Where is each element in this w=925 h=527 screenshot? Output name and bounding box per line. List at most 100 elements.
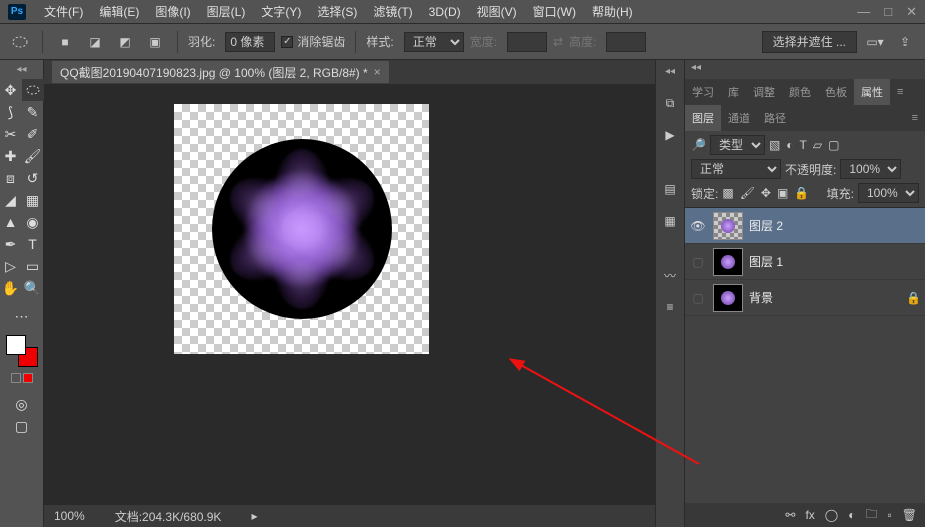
eyedropper-tool[interactable]: ✐ xyxy=(22,123,44,145)
select-and-mask-button[interactable]: 选择并遮住 ... xyxy=(762,31,857,53)
menu-filter[interactable]: 滤镜(T) xyxy=(365,3,420,20)
brush-settings-panel-icon[interactable]: ≡ xyxy=(660,297,680,317)
type-tool[interactable]: T xyxy=(22,233,44,255)
panels-collapse-icon[interactable]: ◂◂ xyxy=(685,60,707,75)
quick-select-tool[interactable]: ✎ xyxy=(22,101,44,123)
foreground-color[interactable] xyxy=(6,335,26,355)
marquee-tool[interactable] xyxy=(22,79,44,101)
tab-learn[interactable]: 学习 xyxy=(685,79,721,105)
menu-help[interactable]: 帮助(H) xyxy=(584,3,641,20)
lock-pixels-icon[interactable]: 🖌 xyxy=(740,186,755,200)
filter-shape-icon[interactable]: ▱ xyxy=(813,138,822,152)
style-select[interactable]: 正常 xyxy=(404,32,464,52)
screen-mode-icon[interactable] xyxy=(23,373,33,383)
fill-input[interactable]: 100% xyxy=(858,183,919,203)
panel-menu-icon[interactable]: ≡ xyxy=(890,79,910,105)
layers-panel-menu-icon[interactable]: ≡ xyxy=(905,105,925,131)
filter-pixel-icon[interactable]: ▧ xyxy=(769,138,780,152)
layer-name[interactable]: 图层 1 xyxy=(749,253,921,270)
opacity-input[interactable]: 100% xyxy=(840,159,901,179)
antialias-checkbox[interactable]: 消除锯齿 xyxy=(281,33,345,50)
doc-info[interactable]: 文档:204.3K/680.9K xyxy=(115,508,222,525)
selection-intersect-icon[interactable]: ▣ xyxy=(143,30,167,54)
crop-tool[interactable]: ✂ xyxy=(0,123,22,145)
selection-new-icon[interactable]: ■ xyxy=(53,30,77,54)
selection-subtract-icon[interactable]: ◩ xyxy=(113,30,137,54)
eraser-tool[interactable]: ◢ xyxy=(0,189,22,211)
menu-type[interactable]: 文字(Y) xyxy=(253,3,309,20)
zoom-tool[interactable]: 🔍 xyxy=(22,277,44,299)
new-group-icon[interactable]: 🗀 xyxy=(865,505,877,526)
filter-adjust-icon[interactable]: ◐ xyxy=(786,138,793,152)
layer-name[interactable]: 图层 2 xyxy=(749,217,921,234)
tab-color[interactable]: 颜色 xyxy=(782,79,818,105)
menu-file[interactable]: 文件(F) xyxy=(36,3,91,20)
tab-layers[interactable]: 图层 xyxy=(685,105,721,131)
screen-mode-toggle[interactable]: ▢ xyxy=(11,415,33,437)
add-mask-icon[interactable]: ◯ xyxy=(825,508,838,522)
actions-panel-icon[interactable]: ▶ xyxy=(660,125,680,145)
menu-3d[interactable]: 3D(D) xyxy=(421,5,469,19)
tab-swatches[interactable]: 色板 xyxy=(818,79,854,105)
menu-edit[interactable]: 编辑(E) xyxy=(91,3,147,20)
paragraph-panel-icon[interactable]: ▦ xyxy=(660,211,680,231)
workspace-icon[interactable]: ▭▾ xyxy=(863,30,887,54)
gradient-tool[interactable]: ▦ xyxy=(22,189,44,211)
character-panel-icon[interactable]: ▤ xyxy=(660,179,680,199)
layer-row[interactable]: ▢ 背景 🔒 xyxy=(685,280,925,316)
brushes-panel-icon[interactable]: 〰 xyxy=(660,265,680,285)
layer-name[interactable]: 背景 xyxy=(749,289,900,306)
visibility-toggle[interactable]: ▢ xyxy=(689,255,707,269)
filter-icon[interactable]: 🔎 xyxy=(691,138,706,152)
lock-position-icon[interactable]: ✥ xyxy=(761,186,771,200)
tab-channels[interactable]: 通道 xyxy=(721,105,757,131)
quick-mask-toggle[interactable]: ◎ xyxy=(11,393,33,415)
share-icon[interactable]: ⇪ xyxy=(893,30,917,54)
quick-mask-icon[interactable] xyxy=(11,373,21,383)
tab-libraries[interactable]: 库 xyxy=(721,79,746,105)
history-panel-icon[interactable]: ⧉ xyxy=(660,93,680,113)
tab-adjustments[interactable]: 调整 xyxy=(746,79,782,105)
maximize-icon[interactable]: □ xyxy=(884,4,892,20)
menu-view[interactable]: 视图(V) xyxy=(469,3,525,20)
document-tab[interactable]: QQ截图20190407190823.jpg @ 100% (图层 2, RGB… xyxy=(52,61,389,83)
lock-transparent-icon[interactable]: ▩ xyxy=(722,186,733,200)
status-menu-icon[interactable]: ▸ xyxy=(251,509,257,523)
zoom-display[interactable]: 100% xyxy=(54,509,85,523)
history-brush-tool[interactable]: ↺ xyxy=(22,167,44,189)
tab-properties[interactable]: 属性 xyxy=(854,79,890,105)
tab-close-icon[interactable]: × xyxy=(374,65,381,79)
layer-fx-icon[interactable]: fx xyxy=(805,508,814,522)
filter-type-icon[interactable]: T xyxy=(800,138,807,152)
visibility-toggle[interactable]: 👁 xyxy=(689,219,707,233)
color-swatch[interactable] xyxy=(6,335,38,367)
minimize-icon[interactable]: ― xyxy=(857,4,870,20)
menu-window[interactable]: 窗口(W) xyxy=(525,3,584,20)
layer-thumbnail[interactable] xyxy=(713,212,743,240)
dodge-tool[interactable]: ◉ xyxy=(22,211,44,233)
tab-paths[interactable]: 路径 xyxy=(757,105,793,131)
new-adjustment-icon[interactable]: ◐ xyxy=(848,508,855,522)
canvas-viewport[interactable] xyxy=(44,84,655,505)
lasso-tool[interactable]: ⟆ xyxy=(0,101,22,123)
tool-preset-icon[interactable] xyxy=(8,30,32,54)
link-layers-icon[interactable]: ⚯ xyxy=(785,508,795,522)
layer-row[interactable]: ▢ 图层 1 xyxy=(685,244,925,280)
move-tool[interactable]: ✥ xyxy=(0,79,22,101)
pen-tool[interactable]: ✒ xyxy=(0,233,22,255)
menu-layer[interactable]: 图层(L) xyxy=(199,3,254,20)
layer-filter-select[interactable]: 类型 xyxy=(710,135,765,155)
healing-tool[interactable]: ✚ xyxy=(0,145,22,167)
blend-mode-select[interactable]: 正常 xyxy=(691,159,781,179)
visibility-toggle[interactable]: ▢ xyxy=(689,291,707,305)
layer-thumbnail[interactable] xyxy=(713,284,743,312)
menu-image[interactable]: 图像(I) xyxy=(147,3,198,20)
dock-expand-icon[interactable]: ◂◂ xyxy=(665,66,675,77)
layer-row[interactable]: 👁 图层 2 xyxy=(685,208,925,244)
blur-tool[interactable]: ▲ xyxy=(0,211,22,233)
new-layer-icon[interactable]: ▫ xyxy=(888,508,892,522)
shape-tool[interactable]: ▭ xyxy=(22,255,44,277)
path-select-tool[interactable]: ▷ xyxy=(0,255,22,277)
filter-smart-icon[interactable]: ▢ xyxy=(828,138,839,152)
close-icon[interactable]: ✕ xyxy=(906,4,917,20)
